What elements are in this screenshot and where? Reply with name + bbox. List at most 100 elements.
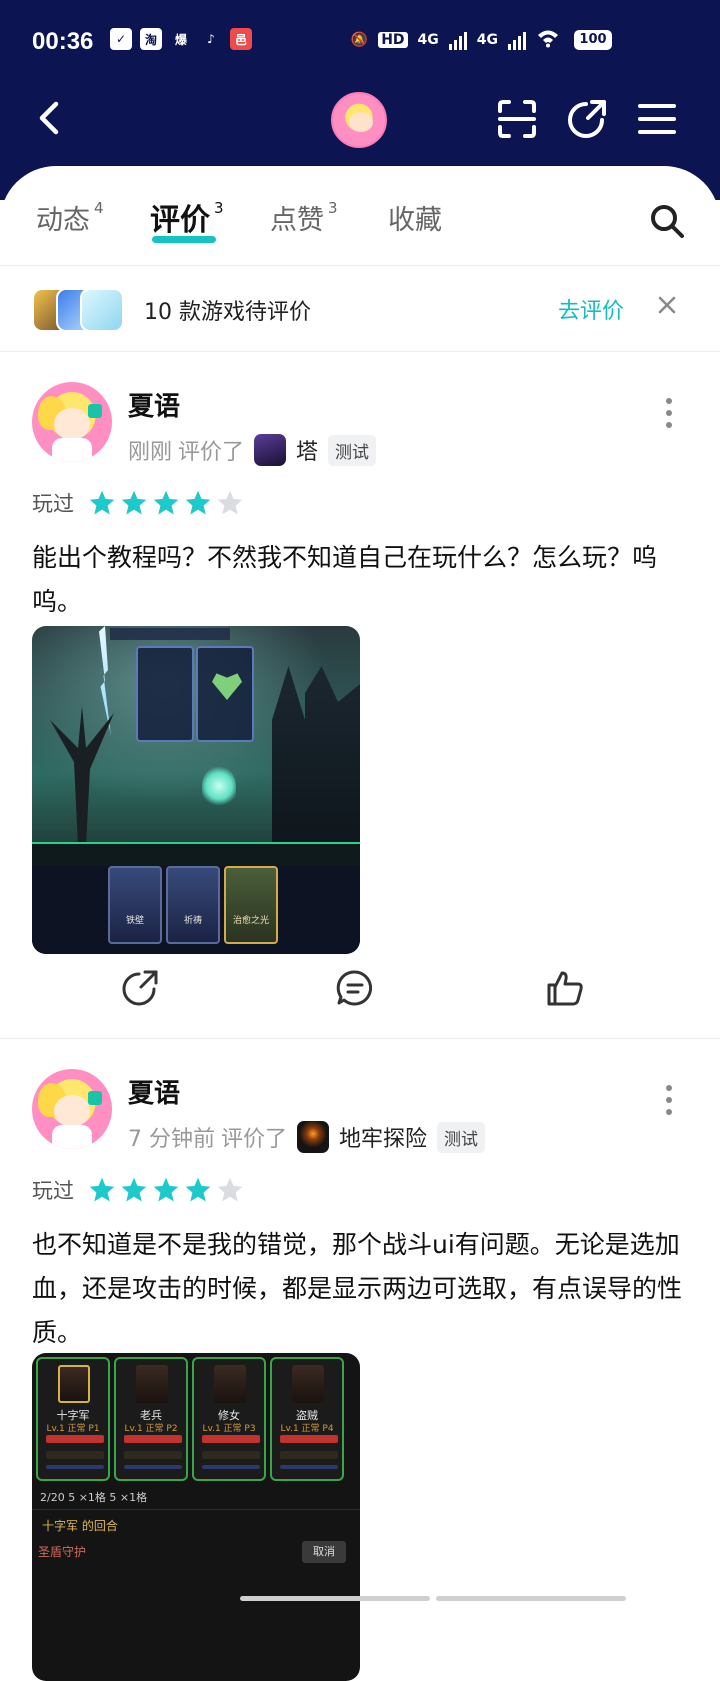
star-rating: [88, 489, 244, 517]
battery-indicator: 100: [574, 30, 612, 50]
share-button[interactable]: [566, 98, 608, 140]
share-icon: [568, 100, 606, 138]
share-review-button[interactable]: [120, 968, 160, 1008]
avatar[interactable]: [32, 382, 112, 462]
heal-panel: [196, 646, 254, 742]
more-options-button[interactable]: [664, 1085, 674, 1115]
card-label: 祈祷: [183, 916, 202, 926]
game-icon: [80, 288, 124, 332]
review-screenshot[interactable]: 十字军 Lv.1 正常 P1 老兵 Lv.1 正常 P2 修女 Lv.1 正常 P3 …: [32, 1353, 360, 1681]
tab-label: 动态: [36, 205, 90, 236]
reviewer-name[interactable]: 夏语: [128, 386, 180, 423]
star-filled-icon: [121, 490, 147, 515]
review-content[interactable]: 能出个教程吗？不然我不知道自己在玩什么？怎么玩？呜呜。: [32, 536, 692, 624]
review-screenshot[interactable]: 铁壁 祈祷 治愈之光: [32, 626, 360, 954]
skill-card: 祈祷: [166, 866, 220, 944]
top-bar: [0, 84, 720, 154]
network-label-2: 4G: [476, 32, 498, 48]
star-filled-icon: [185, 490, 211, 515]
pending-text: 10 款游戏待评价: [144, 300, 311, 325]
review-actions: [0, 956, 720, 1016]
tab-label: 点赞: [270, 205, 324, 236]
review-content[interactable]: 也不知道是不是我的错觉，那个战斗ui有问题。无论是选加血，还是攻击的时候，都是显…: [32, 1223, 692, 1355]
avatar[interactable]: [32, 1069, 112, 1149]
close-banner-button[interactable]: [656, 294, 678, 316]
search-icon: [651, 205, 684, 238]
review-meta: 刚刚 评价了 塔 测试: [128, 434, 377, 466]
pending-review-banner[interactable]: 10 款游戏待评价 去评价: [0, 266, 720, 352]
party-slot: 修女 Lv.1 正常 P3: [192, 1357, 266, 1481]
task-icon: ✓: [110, 28, 132, 50]
review-time: 7 分钟前: [128, 1127, 215, 1152]
tab-count: 3: [214, 199, 224, 217]
status-time: 00:36: [32, 28, 94, 55]
played-rating: 玩过: [32, 1175, 244, 1205]
party-slot: 盗贼 Lv.1 正常 P4: [270, 1357, 344, 1481]
heart-icon: [212, 673, 242, 700]
star-filled-icon: [89, 1177, 115, 1202]
app-icon: 邑: [230, 28, 252, 50]
slot-level: Lv.1 正常 P2: [124, 1424, 178, 1434]
star-empty-icon: [217, 490, 243, 515]
tab-label: 评价: [150, 203, 210, 238]
tab-dongtai[interactable]: 动态 4: [36, 198, 104, 237]
status-bar: 00:36 ✓ 淘 爆 ♪ 邑 🔕 HD 4G 4G 100: [0, 20, 720, 64]
review-meta: 7 分钟前 评价了 地牢探险 测试: [128, 1121, 486, 1153]
star-filled-icon: [153, 490, 179, 515]
played-rating: 玩过: [32, 488, 244, 518]
card-label: 治愈之光: [232, 916, 269, 926]
review-verb: 评价了: [221, 1127, 288, 1152]
comment-review-button[interactable]: [335, 968, 375, 1008]
review-card: 夏语 刚刚 评价了 塔 测试 玩过 能出个教程吗？不然我不知道自己在玩什么？怎么…: [0, 352, 720, 1032]
search-button[interactable]: [648, 202, 686, 240]
flame-icon: 爆: [174, 32, 187, 47]
card-label: 铁壁: [125, 916, 144, 926]
header-avatar[interactable]: [331, 92, 387, 148]
slot-level: Lv.1 正常 P3: [202, 1424, 256, 1434]
tab-label: 收藏: [388, 205, 442, 236]
game-name[interactable]: 塔: [296, 434, 318, 466]
tab-count: 3: [328, 199, 338, 217]
star-filled-icon: [121, 1177, 147, 1202]
tab-count: 4: [94, 199, 104, 217]
tab-bar: 动态 4 评价 3 点赞 3 收藏: [0, 166, 720, 266]
slot-level: Lv.1 正常 P1: [46, 1424, 100, 1434]
status-right-icons: 🔕 HD 4G 4G: [351, 28, 560, 52]
go-review-button[interactable]: 去评价: [558, 293, 624, 325]
star-filled-icon: [89, 490, 115, 515]
star-filled-icon: [185, 1177, 211, 1202]
like-review-button[interactable]: [545, 968, 585, 1008]
ghost-graphic: [202, 766, 236, 806]
gesture-bar: [240, 1596, 626, 1601]
game-icon[interactable]: [254, 434, 287, 466]
scan-button[interactable]: [496, 98, 538, 140]
scan-icon: [498, 100, 536, 138]
slot-level: Lv.1 正常 P4: [280, 1424, 334, 1434]
menu-icon: [638, 104, 676, 134]
hd-icon: HD: [378, 32, 408, 48]
game-name[interactable]: 地牢探险: [339, 1121, 427, 1153]
played-label: 玩过: [32, 1179, 74, 1203]
network-label-1: 4G: [417, 32, 439, 48]
thumbs-up-icon: [547, 971, 583, 1006]
game-icon[interactable]: [297, 1121, 330, 1153]
review-card: 夏语 7 分钟前 评价了 地牢探险 测试 玩过 也不知道是不是我的错觉，那个战斗…: [0, 1039, 720, 1681]
turn-indicator: 十字军 的回合: [42, 1519, 118, 1533]
signal-icon-1: [448, 30, 467, 50]
tab-shoucang[interactable]: 收藏: [388, 198, 442, 237]
content-sheet: 动态 4 评价 3 点赞 3 收藏 10 款游戏待评价 去评价 夏语 刚刚 评价了 塔…: [0, 166, 720, 1681]
tab-pingjia[interactable]: 评价 3: [150, 195, 224, 239]
share-icon: [122, 970, 158, 1006]
tab-dianzan[interactable]: 点赞 3: [270, 198, 338, 237]
more-options-button[interactable]: [664, 398, 674, 428]
back-button[interactable]: [30, 98, 70, 138]
played-label: 玩过: [32, 492, 74, 516]
reviewer-name[interactable]: 夏语: [128, 1073, 180, 1110]
wifi-icon: [536, 28, 560, 52]
menu-button[interactable]: [636, 98, 678, 140]
skill-name: 圣盾守护: [38, 1545, 87, 1559]
star-rating: [88, 1176, 244, 1204]
party-slot: 十字军 Lv.1 正常 P1: [36, 1357, 110, 1481]
party-slot: 老兵 Lv.1 正常 P2: [114, 1357, 188, 1481]
review-time: 刚刚: [128, 440, 173, 465]
